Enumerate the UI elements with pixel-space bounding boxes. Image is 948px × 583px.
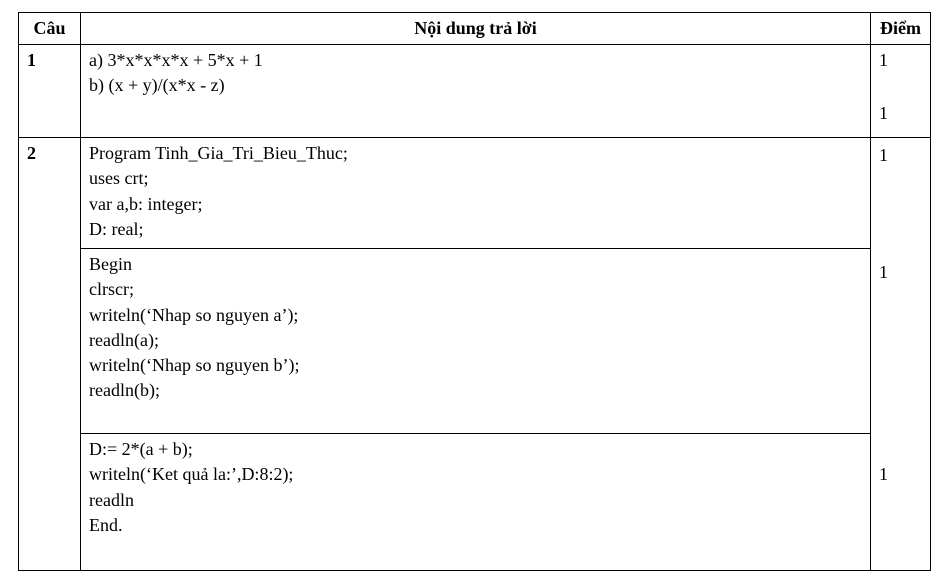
blank-line-2 <box>89 538 862 556</box>
q2-content-block2: Begin clrscr; writeln(‘Nhap so nguyen a’… <box>81 249 871 434</box>
q2-b2-l4: readln(a); <box>89 328 862 353</box>
row-q1: 1 a) 3*x*x*x*x + 5*x + 1 b) (x + y)/(x*x… <box>19 45 931 138</box>
q2-b1-l4: D: real; <box>89 217 862 242</box>
header-diem: Điểm <box>871 13 931 45</box>
header-row: Câu Nội dung trả lời Điểm <box>19 13 931 45</box>
q2-b1-l2: uses crt; <box>89 166 862 191</box>
q2-number: 2 <box>19 138 81 571</box>
q1-line-a: a) 3*x*x*x*x + 5*x + 1 <box>89 48 862 73</box>
q1-score-a: 1 <box>879 48 922 73</box>
q1-score-b: 1 <box>879 101 922 126</box>
q2-score-2: 1 <box>879 260 922 285</box>
header-cau: Câu <box>19 13 81 45</box>
q2-score-1: 1 <box>879 143 922 168</box>
q2-b3-l3: readln <box>89 488 862 513</box>
blank-line <box>89 403 862 421</box>
q2-b3-l4: End. <box>89 513 862 538</box>
q2-content-block1: Program Tinh_Gia_Tri_Bieu_Thuc; uses crt… <box>81 138 871 249</box>
header-noidung: Nội dung trả lời <box>81 13 871 45</box>
row-q2-block1: 2 Program Tinh_Gia_Tri_Bieu_Thuc; uses c… <box>19 138 931 249</box>
row-q2-block2: Begin clrscr; writeln(‘Nhap so nguyen a’… <box>19 249 931 434</box>
q2-score-3: 1 <box>879 462 922 487</box>
q2-b2-l6: readln(b); <box>89 378 862 403</box>
q1-score-cell: 1 1 <box>871 45 931 138</box>
page: Câu Nội dung trả lời Điểm 1 a) 3*x*x*x*x… <box>0 0 948 583</box>
q2-content-block3: D:= 2*(a + b); writeln(‘Ket quả la:’,D:8… <box>81 434 871 571</box>
q2-b2-l2: clrscr; <box>89 277 862 302</box>
q2-b1-l1: Program Tinh_Gia_Tri_Bieu_Thuc; <box>89 141 862 166</box>
answer-table: Câu Nội dung trả lời Điểm 1 a) 3*x*x*x*x… <box>18 12 931 571</box>
q2-score-cell: 1 1 1 <box>871 138 931 571</box>
q1-line-b: b) (x + y)/(x*x - z) <box>89 73 862 98</box>
q2-b2-l5: writeln(‘Nhap so nguyen b’); <box>89 353 862 378</box>
q2-b2-l1: Begin <box>89 252 862 277</box>
q2-b2-l3: writeln(‘Nhap so nguyen a’); <box>89 303 862 328</box>
q1-content: a) 3*x*x*x*x + 5*x + 1 b) (x + y)/(x*x -… <box>81 45 871 138</box>
q2-b3-l2: writeln(‘Ket quả la:’,D:8:2); <box>89 462 862 487</box>
q2-b1-l3: var a,b: integer; <box>89 192 862 217</box>
row-q2-block3: D:= 2*(a + b); writeln(‘Ket quả la:’,D:8… <box>19 434 931 571</box>
q2-b3-l1: D:= 2*(a + b); <box>89 437 862 462</box>
q1-number: 1 <box>19 45 81 138</box>
